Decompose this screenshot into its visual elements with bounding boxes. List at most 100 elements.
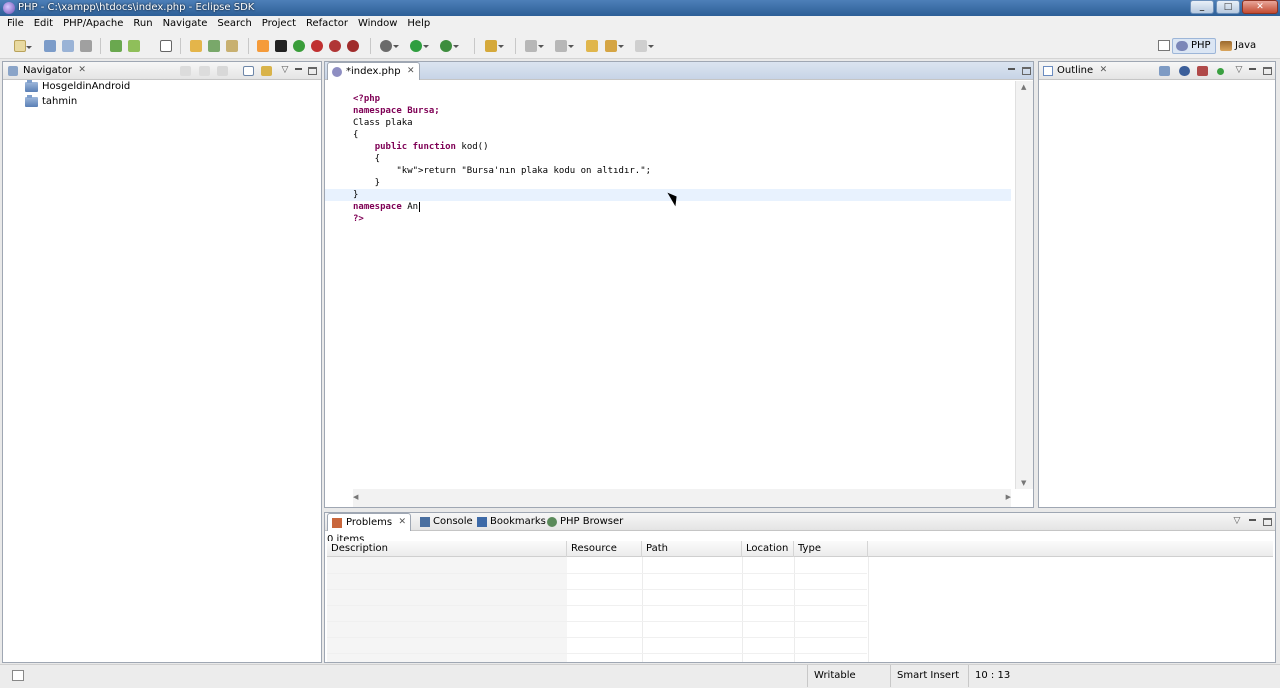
tree-item-label: tahmin	[42, 96, 78, 107]
menu-refactor[interactable]: Refactor	[301, 16, 353, 33]
menu-php-apache[interactable]: PHP/Apache	[58, 16, 128, 33]
prev-annotation-icon[interactable]	[555, 40, 574, 52]
run-icon[interactable]	[410, 40, 429, 52]
perspective-java[interactable]: Java	[1216, 38, 1261, 54]
link-editor-icon[interactable]	[261, 66, 272, 76]
vertical-scrollbar[interactable]: ▲ ▼	[1015, 81, 1033, 489]
sql-icon[interactable]	[293, 40, 305, 52]
open-type-icon[interactable]	[208, 40, 220, 52]
tree-item-project[interactable]: tahmin	[25, 95, 78, 110]
run-php-icon[interactable]	[329, 40, 341, 52]
task-icon[interactable]	[160, 40, 172, 52]
code-line: namespace Bursa;	[353, 106, 440, 116]
view-menu-icon[interactable]: ▽	[279, 65, 291, 76]
column-location[interactable]: Location	[742, 541, 794, 557]
close-button[interactable]: ✕	[1242, 0, 1278, 14]
perspective-php[interactable]: PHP	[1172, 38, 1216, 54]
close-icon[interactable]: ✕	[399, 517, 407, 527]
close-icon[interactable]: ✕	[78, 65, 86, 75]
new-icon[interactable]	[14, 40, 32, 52]
code-line: {	[353, 130, 359, 140]
debug-icon[interactable]	[380, 40, 399, 52]
code-line: public function kod()	[374, 142, 489, 152]
back-icon[interactable]	[180, 66, 191, 76]
hide-nonpublic-icon[interactable]	[1217, 68, 1224, 75]
menu-window[interactable]: Window	[353, 16, 402, 33]
open-folder-icon[interactable]	[190, 40, 202, 52]
close-icon[interactable]: ✕	[1100, 65, 1108, 75]
minimize-view-button[interactable]	[1247, 65, 1259, 76]
tab-php-browser[interactable]: PHP Browser	[544, 513, 627, 531]
save-icon[interactable]	[44, 40, 56, 52]
view-menu-icon[interactable]: ▽	[1233, 65, 1245, 76]
print-icon[interactable]	[80, 40, 92, 52]
menu-file[interactable]: File	[2, 16, 29, 33]
column-type[interactable]: Type	[794, 541, 868, 557]
menu-help[interactable]: Help	[402, 16, 435, 33]
tab-navigator[interactable]: Navigator ✕	[3, 62, 90, 80]
save-all-icon[interactable]	[62, 40, 74, 52]
external-tools-icon[interactable]	[440, 40, 459, 52]
hide-static-icon[interactable]	[1197, 66, 1208, 76]
import-icon[interactable]	[110, 40, 122, 52]
menu-run[interactable]: Run	[128, 16, 157, 33]
column-path[interactable]: Path	[642, 541, 742, 557]
view-menu-icon[interactable]: ▽	[1231, 516, 1243, 527]
scroll-down-icon[interactable]: ▼	[1021, 479, 1026, 487]
status-cursor-position: 10 : 13	[968, 665, 1028, 687]
hide-fields-icon[interactable]	[1179, 66, 1190, 76]
menu-project[interactable]: Project	[257, 16, 301, 33]
console-tab-label: Console	[433, 516, 473, 527]
code-editor[interactable]: <?php namespace Bursa; Class plaka { pub…	[325, 81, 1033, 507]
tab-problems[interactable]: Problems ✕	[327, 513, 412, 531]
window-title: PHP - C:\xampp\htdocs\index.php - Eclips…	[18, 2, 255, 13]
menu-search[interactable]: Search	[212, 16, 256, 33]
maximize-view-button[interactable]	[1263, 67, 1272, 75]
text-caret	[419, 202, 421, 212]
problems-tab-label: Problems	[346, 517, 393, 528]
menu-edit[interactable]: Edit	[29, 16, 58, 33]
tree-item-project[interactable]: HosgeldinAndroid	[25, 80, 130, 95]
x-icon[interactable]	[275, 40, 287, 52]
problems-icon	[332, 518, 342, 528]
open-resource-icon[interactable]	[226, 40, 238, 52]
forward-icon[interactable]	[635, 40, 654, 52]
minimize-view-button[interactable]	[1006, 65, 1018, 76]
eclipse-icon	[3, 2, 15, 14]
minimize-view-button[interactable]	[1247, 516, 1259, 527]
tab-bookmarks[interactable]: Bookmarks	[474, 513, 550, 531]
menu-navigate[interactable]: Navigate	[158, 16, 213, 33]
minimize-view-button[interactable]	[293, 65, 305, 76]
horizontal-scrollbar[interactable]: ◀ ▶	[353, 489, 1011, 507]
column-description[interactable]: Description	[327, 541, 567, 557]
up-icon[interactable]	[217, 66, 228, 76]
maximize-view-button[interactable]	[1263, 518, 1272, 526]
scroll-left-icon[interactable]: ◀	[353, 493, 358, 501]
forward-icon[interactable]	[199, 66, 210, 76]
scroll-right-icon[interactable]: ▶	[1006, 493, 1011, 501]
maximize-button[interactable]: □	[1216, 0, 1240, 14]
fast-view-icon[interactable]	[12, 670, 24, 681]
sort-icon[interactable]	[1159, 66, 1170, 76]
tab-index-php[interactable]: *index.php ✕	[327, 62, 420, 80]
maximize-view-button[interactable]	[308, 67, 317, 75]
column-resource[interactable]: Resource	[567, 541, 642, 557]
mark-occurrences-icon[interactable]	[485, 40, 504, 52]
profile-php-icon[interactable]	[347, 40, 359, 52]
tab-outline[interactable]: Outline ✕	[1039, 62, 1111, 80]
html-icon[interactable]	[257, 40, 269, 52]
scroll-up-icon[interactable]: ▲	[1021, 83, 1026, 91]
tab-console[interactable]: Console	[417, 513, 477, 531]
back-icon[interactable]	[605, 40, 624, 52]
minimize-button[interactable]: _	[1190, 0, 1214, 14]
collapse-all-icon[interactable]	[243, 66, 254, 76]
code-text[interactable]: <?php namespace Bursa; Class plaka { pub…	[353, 81, 651, 225]
maximize-view-button[interactable]	[1022, 67, 1031, 75]
last-edit-icon[interactable]	[586, 40, 598, 52]
export-icon[interactable]	[128, 40, 140, 52]
code-line: ?>	[353, 214, 364, 224]
close-icon[interactable]: ✕	[407, 66, 415, 76]
next-annotation-icon[interactable]	[525, 40, 544, 52]
debug-php-icon[interactable]	[311, 40, 323, 52]
open-perspective-icon[interactable]	[1158, 40, 1170, 51]
